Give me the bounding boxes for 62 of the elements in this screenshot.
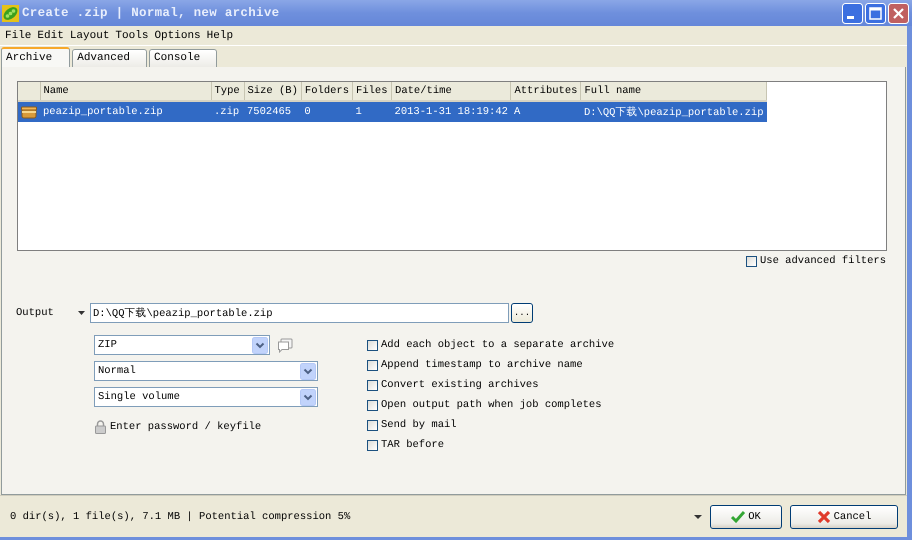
column-header[interactable]: Date/time <box>392 82 511 101</box>
column-header[interactable]: Type <box>211 82 244 101</box>
close-button[interactable] <box>888 2 909 24</box>
ok-button[interactable]: OK <box>710 504 782 528</box>
menu-item[interactable]: Layout <box>66 30 112 42</box>
output-label: Output <box>16 307 55 319</box>
table-cell: D:\QQ下载\peazip_portable.zip <box>580 101 766 122</box>
checkbox-label: Send by mail <box>381 419 457 431</box>
column-header[interactable]: Full name <box>580 82 766 101</box>
table-cell: 1 <box>352 101 392 122</box>
table-cell: 7502465 <box>244 101 302 122</box>
caret-icon[interactable] <box>78 311 85 315</box>
format-dropdown[interactable]: ZIP <box>94 335 270 355</box>
table-cell: A <box>510 101 581 122</box>
checkbox[interactable] <box>367 380 378 390</box>
table-cell: .zip <box>211 101 244 122</box>
speech-bubbles-icon[interactable] <box>277 338 293 352</box>
checkbox[interactable] <box>746 256 757 266</box>
menu-item[interactable]: Help <box>204 30 236 42</box>
window-title: Create .zip | Normal, new archive <box>22 6 280 20</box>
checkbox[interactable] <box>367 420 378 430</box>
menu-item[interactable]: Options <box>151 30 204 42</box>
tab[interactable]: Advanced <box>72 49 148 67</box>
column-header[interactable]: Size (B) <box>244 82 302 101</box>
browse-button[interactable]: ... <box>511 303 533 323</box>
column-header[interactable]: Files <box>352 82 392 101</box>
table-cell: 2013-1-31 18:19:42 <box>392 101 511 122</box>
minimize-button[interactable] <box>842 2 863 24</box>
lock-icon[interactable] <box>95 420 106 434</box>
checkbox-label: Convert existing archives <box>381 379 539 391</box>
checkbox-label: Append timestamp to archive name <box>381 359 583 371</box>
caret-icon[interactable] <box>694 514 702 518</box>
checkbox-label: Add each object to a separate archive <box>381 339 614 351</box>
column-header[interactable]: Name <box>40 82 211 101</box>
checkbox-label: Use advanced filters <box>760 255 886 267</box>
checkbox[interactable] <box>367 440 378 450</box>
tab[interactable]: Archive <box>1 47 70 67</box>
volume-dropdown[interactable]: Single volume <box>94 387 318 407</box>
checkbox[interactable] <box>367 400 378 410</box>
app-logo-icon <box>2 4 19 22</box>
checkbox-label: Open output path when job completes <box>381 399 602 411</box>
checkbox-label: TAR before <box>381 439 444 451</box>
menu-item[interactable]: Tools <box>112 30 152 42</box>
table-cell: 0 <box>301 101 353 122</box>
tab[interactable]: Console <box>149 49 218 67</box>
table-cell: peazip_portable.zip <box>40 101 211 122</box>
output-path-field[interactable]: D:\QQ下载\peazip_portable.zip <box>90 303 509 323</box>
status-text: 0 dir(s), 1 file(s), 7.1 MB | Potential compression 5% <box>10 510 352 522</box>
column-header[interactable]: Folders <box>301 82 353 101</box>
menu-item[interactable]: Edit <box>34 30 67 42</box>
cancel-button[interactable]: Cancel <box>790 504 898 528</box>
checkbox[interactable] <box>367 360 378 370</box>
menu-item[interactable]: File <box>2 30 34 42</box>
column-header[interactable]: Attributes <box>510 82 581 101</box>
cross-icon <box>816 510 831 524</box>
password-link[interactable]: Enter password / keyfile <box>110 421 262 433</box>
file-row[interactable]: peazip_portable.zip .zip 7502465 0 1 2013-1-31 18:19:42 A D:\QQ下载\peazip_portable.zip <box>18 101 766 122</box>
compression-level-dropdown[interactable]: Normal <box>94 361 318 381</box>
checkbox[interactable] <box>367 340 378 350</box>
archive-icon <box>21 106 37 118</box>
maximize-button[interactable] <box>865 2 886 24</box>
check-icon <box>731 510 746 524</box>
